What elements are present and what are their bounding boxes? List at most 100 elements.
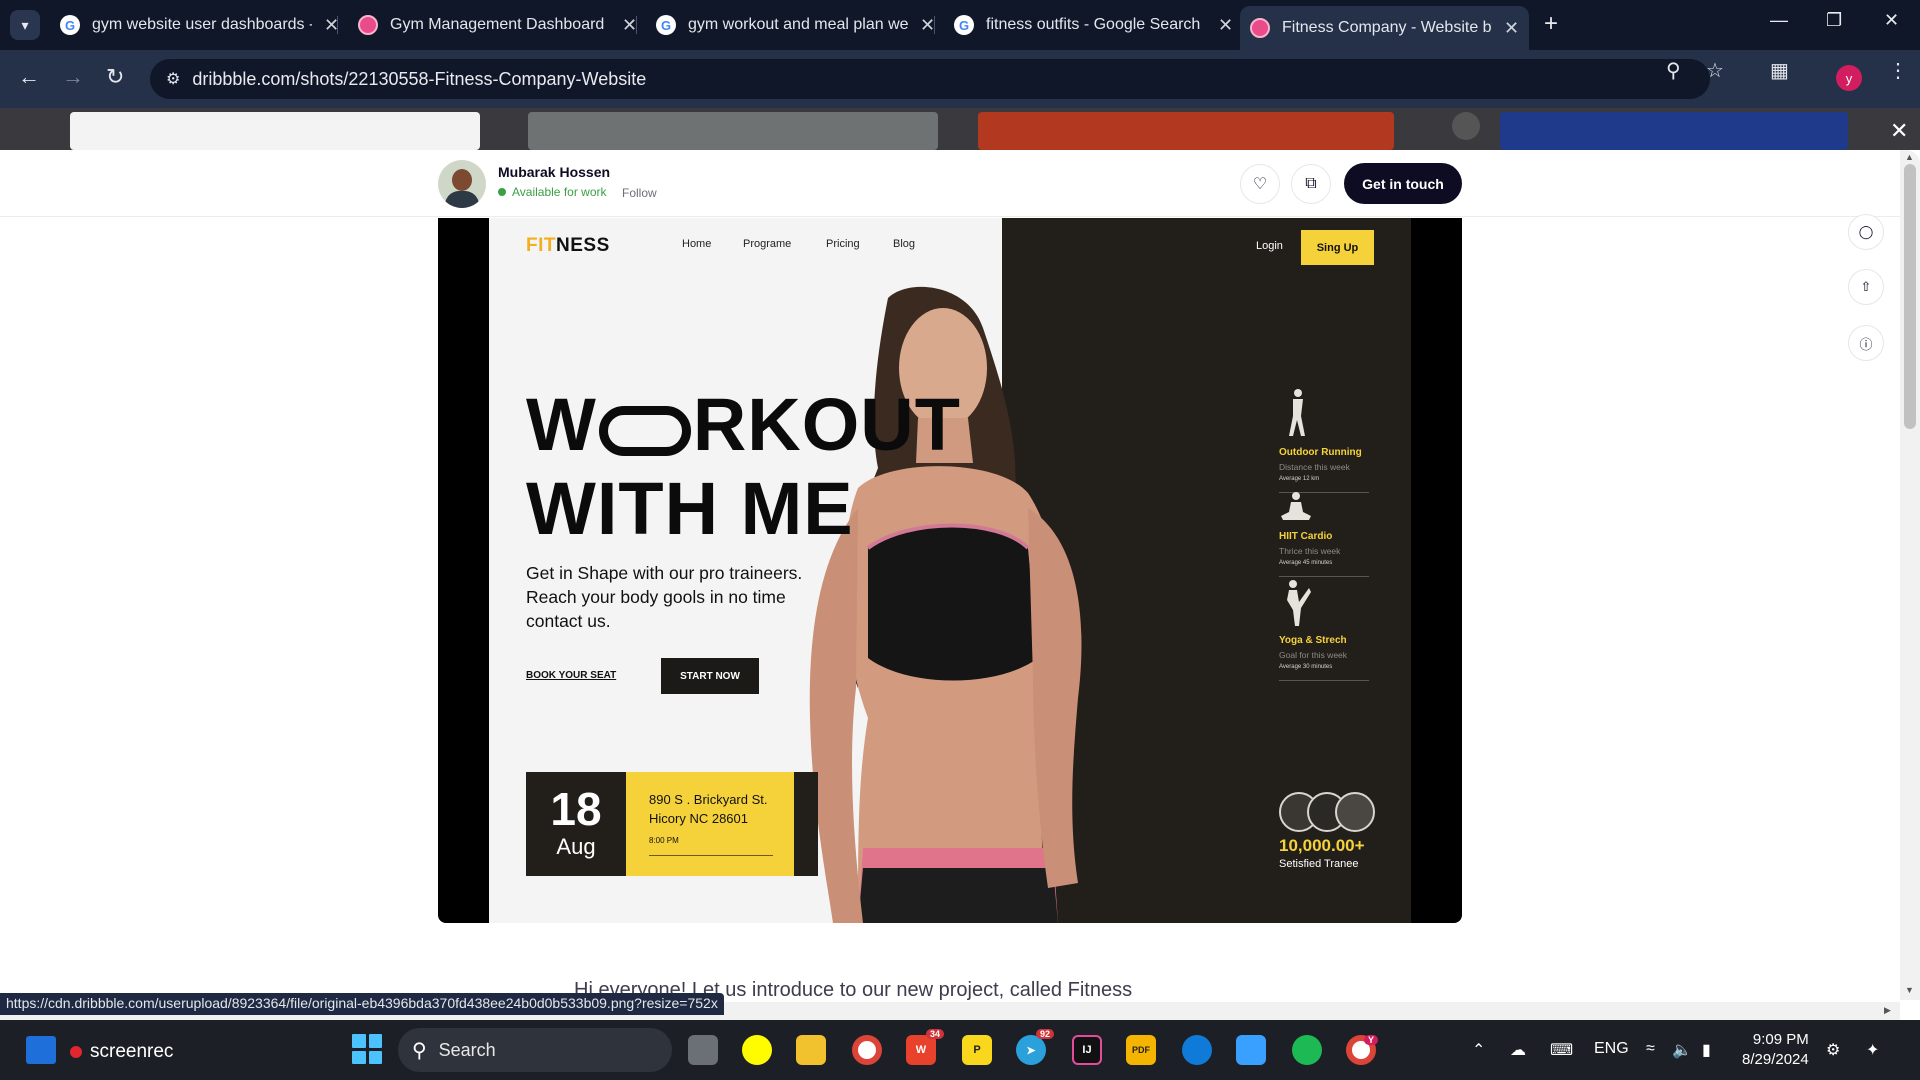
browser-menu-icon[interactable]: ⋮ [1888, 58, 1908, 83]
running-figure-icon [1289, 389, 1305, 436]
zoom-icon[interactable]: ⚲ [1666, 58, 1681, 83]
language-indicator[interactable]: ENG [1594, 1040, 1629, 1058]
vertical-scrollbar[interactable]: ▲ ▼ [1900, 150, 1920, 1000]
close-icon[interactable]: ✕ [920, 15, 935, 36]
profile-avatar[interactable]: y [1836, 65, 1862, 91]
keyboard-icon[interactable]: ⌨ [1550, 1040, 1573, 1060]
widgets-icon[interactable] [26, 1036, 56, 1064]
browser-tab[interactable]: G fitness outfits - Google Search ✕ [944, 8, 1243, 42]
start-now-button: START NOW [661, 658, 759, 694]
dribbble-icon [358, 15, 378, 35]
browser-tab[interactable]: G gym workout and meal plan we ✕ [646, 8, 945, 42]
share-button[interactable]: ⇧ [1848, 269, 1884, 305]
file-explorer-icon[interactable] [796, 1035, 826, 1065]
tab-title: Gym Management Dashboard | [390, 16, 610, 33]
tab-title: fitness outfits - Google Search [986, 16, 1201, 33]
like-button[interactable]: ♡ [1240, 164, 1280, 204]
avatar-body [445, 191, 479, 208]
snapchat-icon[interactable] [742, 1035, 772, 1065]
shot-image[interactable]: FITNESS Home Programe Pricing Blog W RKOU… [438, 218, 1462, 923]
hero-title-line2: WITH ME [526, 467, 854, 550]
pdf-reader-icon[interactable]: PDF [1126, 1035, 1156, 1065]
close-icon[interactable]: ✕ [1504, 18, 1519, 39]
restore-button[interactable]: ❐ [1826, 10, 1842, 31]
media-player-icon[interactable]: P [962, 1035, 992, 1065]
page-backdrop [0, 108, 1920, 150]
screenrec-app[interactable]: screenrec [70, 1041, 173, 1063]
close-icon[interactable]: ✕ [622, 15, 637, 36]
browser-tab-active[interactable]: Fitness Company - Website by ✕ [1240, 6, 1530, 50]
event-day: 18 [550, 783, 602, 835]
author-avatar[interactable] [438, 160, 486, 208]
chrome-icon[interactable] [852, 1035, 882, 1065]
scroll-down-icon[interactable]: ▼ [1905, 985, 1914, 995]
background-avatar [1452, 112, 1480, 140]
shot-modal: Mubarak Hossen Available for work Follow… [0, 150, 1920, 1020]
browser-tab[interactable]: Gym Management Dashboard | ✕ [348, 8, 647, 42]
scroll-up-icon[interactable]: ▲ [1905, 152, 1914, 162]
comments-button[interactable]: ◯ [1848, 214, 1884, 250]
copilot-icon[interactable]: ✦ [1866, 1040, 1879, 1060]
back-button[interactable]: ← [18, 64, 40, 90]
tray-overflow-icon[interactable]: ⌃ [1472, 1040, 1485, 1060]
bookmark-star-icon[interactable]: ☆ [1706, 58, 1724, 83]
chrome-profile-icon[interactable]: Y [1346, 1035, 1378, 1065]
logo-ness-text: NESS [556, 235, 610, 256]
new-tab-button[interactable]: + [1544, 10, 1558, 38]
volume-icon[interactable]: 🔈 [1672, 1040, 1692, 1060]
wifi-icon[interactable]: ≈ [1646, 1040, 1655, 1058]
hero-title-w: W [526, 383, 597, 466]
onedrive-icon[interactable]: ☁ [1510, 1040, 1526, 1060]
info-button[interactable]: ⓘ [1848, 325, 1884, 361]
windows-taskbar: screenrec ⚲ Search W 34 P ➤ 92 IJ PDF Y ⌃ … [0, 1020, 1920, 1080]
window-close-button[interactable]: ✕ [1884, 10, 1899, 31]
search-label: Search [438, 1039, 496, 1060]
record-icon [70, 1046, 82, 1058]
spotify-icon[interactable] [1292, 1035, 1322, 1065]
trainee-count: 10,000.00+ [1279, 836, 1365, 855]
telegram-icon[interactable]: ➤ 92 [1016, 1029, 1054, 1065]
url-text[interactable]: dribbble.com/shots/22130558-Fitness-Comp… [192, 69, 646, 90]
system-clock[interactable]: 9:09 PM 8/29/2024 [1742, 1030, 1809, 1070]
save-button[interactable]: ⧉ [1291, 164, 1331, 204]
start-button[interactable] [352, 1034, 382, 1064]
shot-header: Mubarak Hossen Available for work Follow… [0, 150, 1900, 217]
background-shot-thumbnail [978, 112, 1394, 150]
availability-label: Available for work [512, 185, 607, 199]
reload-button[interactable]: ↻ [106, 64, 124, 90]
intellij-icon[interactable]: IJ [1072, 1035, 1102, 1065]
availability-status[interactable]: Available for work [498, 185, 607, 199]
notepad-icon[interactable] [1236, 1035, 1266, 1065]
search-icon: ⚲ [412, 1039, 427, 1062]
tab-search-button[interactable]: ▾ [10, 10, 40, 40]
close-icon[interactable]: ✕ [1218, 15, 1233, 36]
activity-title: Yoga & Strech [1279, 635, 1347, 646]
bookmark-icon: ⧉ [1305, 175, 1317, 192]
scroll-right-icon[interactable]: ▶ [1884, 1005, 1891, 1016]
extensions-icon[interactable]: ▦ [1770, 58, 1789, 83]
browser-tab[interactable]: G gym website user dashboards - ✕ [50, 8, 349, 42]
google-icon: G [656, 15, 676, 35]
wps-office-icon[interactable]: W 34 [906, 1029, 944, 1065]
taskbar-search[interactable]: ⚲ Search [398, 1028, 672, 1072]
nav-pricing: Pricing [826, 238, 860, 250]
battery-icon[interactable]: ▮ [1702, 1040, 1711, 1060]
edge-icon[interactable] [1182, 1035, 1212, 1065]
get-in-touch-button[interactable]: Get in touch [1344, 163, 1462, 204]
trainee-label: Setisfied Tranee [1279, 858, 1359, 870]
event-address-line2: Hicory NC 28601 [649, 811, 748, 826]
close-modal-icon[interactable]: ✕ [1890, 118, 1908, 144]
site-info-icon[interactable]: ⚙ [166, 69, 180, 89]
activity-average: Average 30 minutes [1279, 664, 1333, 670]
address-bar[interactable]: ⚙ dribbble.com/shots/22130558-Fitness-Co… [150, 59, 1710, 99]
minimize-button[interactable]: — [1770, 10, 1788, 31]
activity-title: Outdoor Running [1279, 447, 1362, 458]
task-view-icon[interactable] [688, 1035, 718, 1065]
browser-tab-bar: ▾ G gym website user dashboards - ✕ Gym … [0, 0, 1920, 50]
forward-button[interactable]: → [62, 64, 84, 90]
scrollbar-thumb[interactable] [1904, 164, 1916, 429]
follow-link[interactable]: Follow [622, 186, 657, 200]
author-name[interactable]: Mubarak Hossen [498, 164, 610, 180]
notifications-icon[interactable]: ⚙ [1826, 1040, 1840, 1060]
site-login-link: Login [1256, 240, 1283, 252]
